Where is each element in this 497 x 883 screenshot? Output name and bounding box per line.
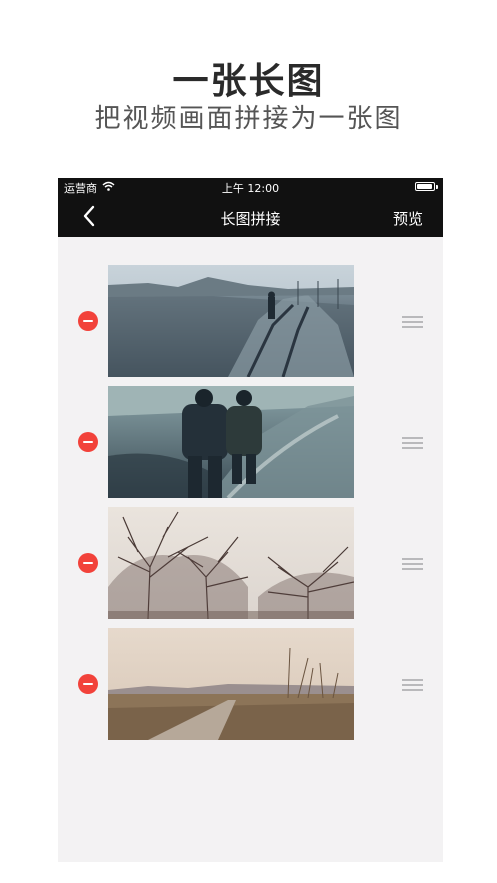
frame-thumbnail-two-walkers (108, 386, 354, 498)
minus-circle-icon[interactable] (78, 674, 98, 694)
frame-thumbnail-bare-trees (108, 507, 354, 619)
promo-title: 一张长图 (172, 61, 325, 102)
drag-handle-icon[interactable] (402, 679, 423, 691)
status-bar: 运营商 上午 12:00 (58, 178, 443, 196)
status-time: 上午 12:00 (221, 182, 280, 195)
drag-handle-icon[interactable] (402, 437, 423, 449)
battery-icon (415, 182, 438, 191)
frame-row (58, 386, 443, 498)
frame-thumbnail-muddy-road (108, 265, 354, 377)
minus-circle-icon[interactable] (78, 432, 98, 452)
nav-bar: 长图拼接 预览 (58, 196, 443, 237)
frame-thumbnail-dirt-road (108, 628, 354, 740)
frame-row (58, 507, 443, 619)
preview-button[interactable]: 预览 (393, 208, 423, 229)
drag-handle-icon[interactable] (402, 558, 423, 570)
frame-row (58, 628, 443, 740)
phone-screen: 运营商 上午 12:00 长图拼接 预览 (58, 178, 443, 862)
minus-circle-icon[interactable] (78, 553, 98, 573)
frame-row (58, 265, 443, 377)
drag-handle-icon[interactable] (402, 316, 423, 328)
minus-circle-icon[interactable] (78, 311, 98, 331)
promo-subtitle: 把视频画面拼接为一张图 (94, 104, 403, 134)
nav-title: 长图拼接 (220, 210, 281, 228)
